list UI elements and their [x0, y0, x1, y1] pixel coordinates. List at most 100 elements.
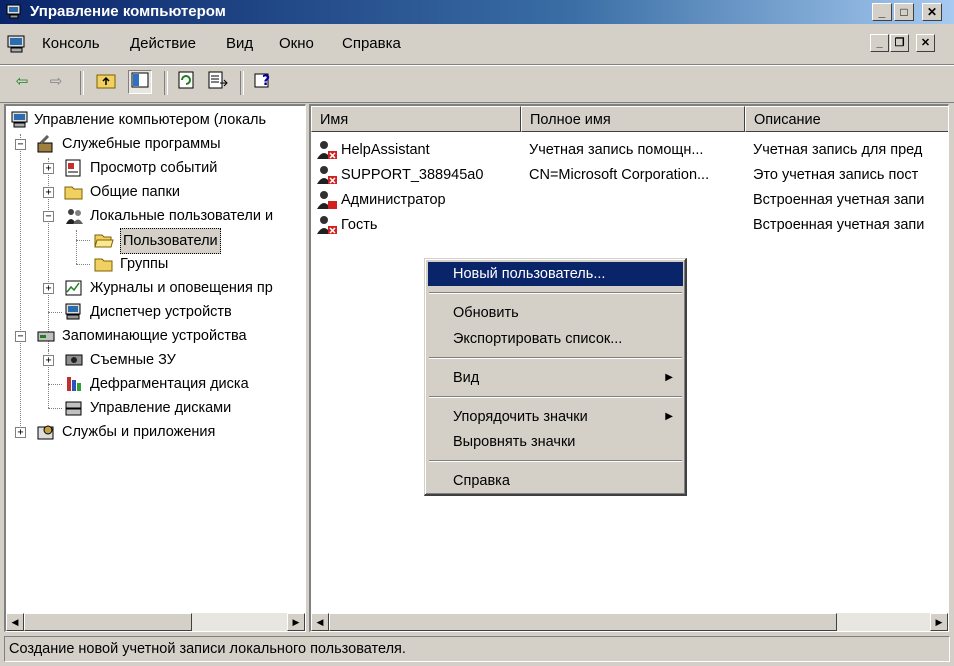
- scroll-right-icon[interactable]: ▶: [287, 613, 305, 631]
- cell-full-name: Учетная запись помощн...: [529, 142, 704, 158]
- expand-icon[interactable]: +: [43, 283, 54, 294]
- console-icon[interactable]: [6, 35, 28, 53]
- show-hide-tree-icon[interactable]: [128, 70, 152, 94]
- list-horizontal-scrollbar[interactable]: ◀ ▶: [311, 613, 948, 631]
- menu-help[interactable]: Справка: [342, 35, 401, 52]
- event-viewer-icon: [65, 159, 81, 177]
- tools-icon: [37, 135, 53, 153]
- toolbar-separator: [80, 71, 84, 95]
- menu-item-line-up-icons[interactable]: Выровнять значки: [428, 430, 683, 454]
- menu-item-arrange-icons[interactable]: Упорядочить значки ▶: [428, 405, 683, 429]
- menu-action[interactable]: Действие: [130, 35, 196, 52]
- collapse-icon[interactable]: −: [43, 211, 54, 222]
- tree-label: Дефрагментация диска: [90, 376, 249, 392]
- table-row[interactable]: SUPPORT_388945a0 CN=Microsoft Corporatio…: [311, 163, 948, 187]
- forward-icon[interactable]: ⇨: [44, 70, 68, 94]
- toolbar-separator: [240, 71, 244, 95]
- menu-item-refresh[interactable]: Обновить: [428, 301, 683, 325]
- help-icon[interactable]: ?: [252, 70, 276, 94]
- minimize-button[interactable]: _: [872, 3, 892, 21]
- mdi-close-button[interactable]: ✕: [916, 34, 935, 52]
- scroll-left-icon[interactable]: ◀: [311, 613, 329, 631]
- collapse-icon[interactable]: −: [15, 331, 26, 342]
- cell-description: Учетная запись для пред: [753, 142, 923, 158]
- cell-name: Гость: [341, 217, 378, 233]
- shared-folder-icon: [64, 186, 83, 200]
- menu-item-label: Обновить: [453, 305, 519, 321]
- refresh-icon[interactable]: [174, 70, 198, 94]
- column-header-description[interactable]: Описание: [745, 106, 948, 132]
- tree-horizontal-scrollbar[interactable]: ◀ ▶: [6, 613, 305, 631]
- menu-item-label: Справка: [453, 473, 510, 489]
- performance-logs-icon: [65, 280, 82, 296]
- scroll-thumb[interactable]: [24, 613, 192, 631]
- toolbar: ⇦ ⇨ ?: [0, 65, 954, 103]
- tree-label: Служебные программы: [62, 136, 221, 152]
- table-row[interactable]: HelpAssistant Учетная запись помощн... У…: [311, 138, 948, 162]
- tree-line: [48, 384, 62, 385]
- tree-label: Локальные пользователи и: [90, 208, 274, 224]
- cell-description: Встроенная учетная запи: [753, 192, 925, 208]
- mdi-minimize-button[interactable]: _: [870, 34, 889, 52]
- tree-line: [48, 408, 62, 409]
- back-icon[interactable]: ⇦: [10, 70, 34, 94]
- title-bar[interactable]: Управление компьютером _ □ ✕: [0, 0, 954, 24]
- menu-item-label: Новый пользователь...: [453, 266, 606, 282]
- tree-label: Диспетчер устройств: [90, 304, 232, 320]
- table-row[interactable]: Гость Встроенная учетная запи: [311, 213, 948, 237]
- menu-console[interactable]: Консоль: [42, 35, 100, 52]
- user-disabled-icon: [317, 141, 337, 159]
- submenu-arrow-icon: ▶: [665, 411, 673, 422]
- up-folder-icon[interactable]: [94, 70, 118, 94]
- cell-description: Встроенная учетная запи: [753, 217, 925, 233]
- cell-name: Администратор: [341, 192, 446, 208]
- tree-label: Группы: [120, 256, 169, 272]
- scroll-left-icon[interactable]: ◀: [6, 613, 24, 631]
- tree-label: Журналы и оповещения пр: [90, 280, 273, 296]
- tree-line: [48, 312, 62, 313]
- menu-item-label: Упорядочить значки: [453, 409, 588, 425]
- menu-view[interactable]: Вид: [226, 35, 253, 52]
- menu-separator: [429, 292, 682, 294]
- menu-separator: [429, 460, 682, 462]
- menu-window[interactable]: Окно: [279, 35, 314, 52]
- status-text: Создание новой учетной записи локального…: [9, 641, 406, 657]
- menu-item-export-list[interactable]: Экспортировать список...: [428, 327, 683, 351]
- column-header-name[interactable]: Имя: [311, 106, 521, 132]
- export-list-icon[interactable]: [206, 70, 230, 94]
- tree-label: Съемные ЗУ: [90, 352, 176, 368]
- expand-icon[interactable]: +: [43, 355, 54, 366]
- scroll-right-icon[interactable]: ▶: [930, 613, 948, 631]
- menu-item-new-user[interactable]: Новый пользователь...: [428, 262, 683, 286]
- tree-label: Управление дисками: [90, 400, 232, 416]
- services-icon: [37, 425, 54, 440]
- storage-icon: [37, 331, 55, 342]
- disk-management-icon: [65, 401, 82, 416]
- scroll-thumb[interactable]: [329, 613, 837, 631]
- tree-label: Просмотр событий: [90, 160, 218, 176]
- toolbar-separator: [164, 71, 168, 95]
- close-button[interactable]: ✕: [922, 3, 942, 21]
- table-row[interactable]: Администратор Встроенная учетная запи: [311, 188, 948, 212]
- user-icon: [317, 191, 337, 209]
- computer-icon: [11, 111, 28, 128]
- status-bar: Создание новой учетной записи локального…: [4, 636, 950, 662]
- removable-storage-icon: [65, 354, 83, 366]
- cell-full-name: CN=Microsoft Corporation...: [529, 167, 710, 183]
- svg-text:?: ?: [262, 73, 270, 89]
- mdi-restore-button[interactable]: ❐: [890, 34, 909, 52]
- tree-label: Общие папки: [90, 184, 180, 200]
- cell-name: HelpAssistant: [341, 142, 430, 158]
- expand-icon[interactable]: +: [15, 427, 26, 438]
- menu-separator: [429, 396, 682, 398]
- menu-bar: Консоль Действие Вид Окно Справка _ ❐ ✕: [0, 26, 954, 65]
- context-menu: Новый пользователь... Обновить Экспортир…: [424, 258, 687, 496]
- collapse-icon[interactable]: −: [15, 139, 26, 150]
- menu-item-view[interactable]: Вид ▶: [428, 366, 683, 390]
- expand-icon[interactable]: +: [43, 163, 54, 174]
- maximize-button[interactable]: □: [894, 3, 914, 21]
- menu-item-help[interactable]: Справка: [428, 469, 683, 493]
- expand-icon[interactable]: +: [43, 187, 54, 198]
- tree-label: Пользователи: [120, 228, 221, 254]
- column-header-full-name[interactable]: Полное имя: [521, 106, 745, 132]
